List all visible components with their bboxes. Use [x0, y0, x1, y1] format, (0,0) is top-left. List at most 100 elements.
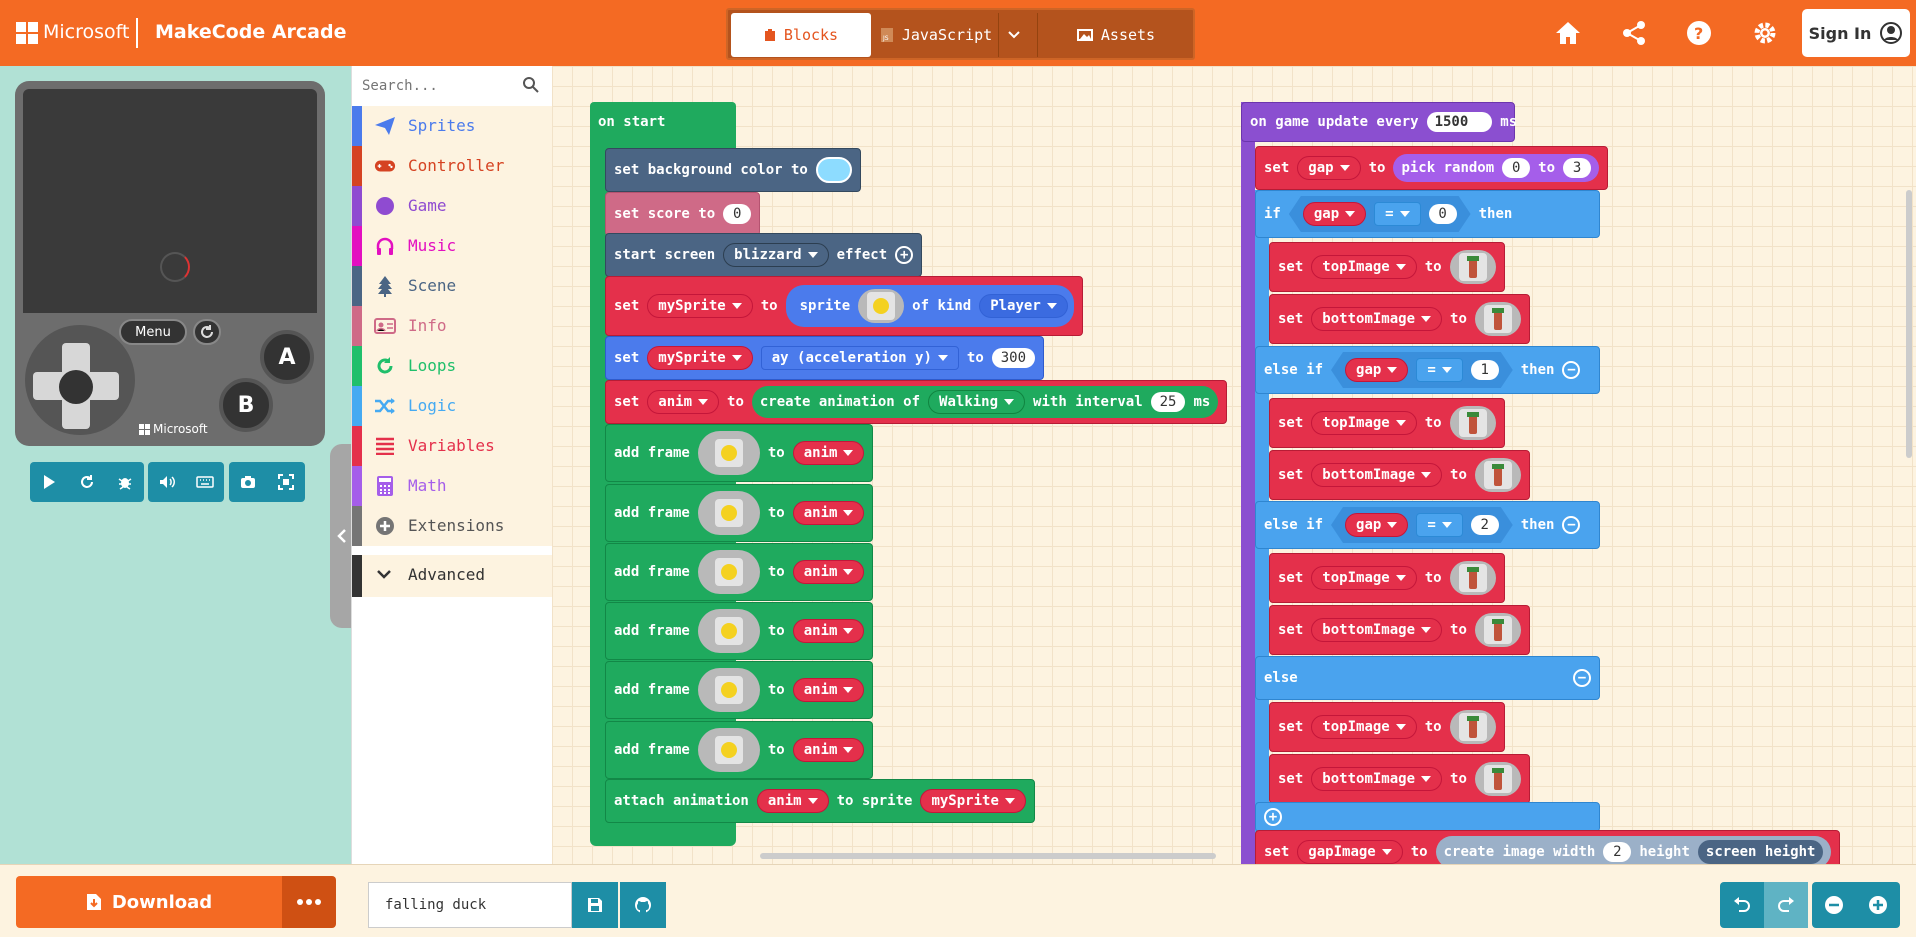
frame-image[interactable]	[697, 431, 760, 475]
on-start-header[interactable]: on start	[590, 102, 736, 142]
image-slot[interactable]	[1474, 302, 1521, 336]
variable-dropdown[interactable]: anim	[792, 738, 865, 762]
github-button[interactable]	[620, 882, 666, 928]
toolbox-item-logic[interactable]: Logic	[352, 386, 553, 426]
variable-dropdown[interactable]: topImage	[1311, 715, 1417, 739]
help-icon[interactable]: ?	[1682, 16, 1716, 50]
compare-condition[interactable]: gap = 0	[1289, 196, 1471, 232]
toolbox-item-math[interactable]: Math	[352, 466, 553, 506]
game-screen[interactable]	[23, 89, 317, 313]
variable-dropdown[interactable]: topImage	[1311, 411, 1417, 435]
share-icon[interactable]	[1617, 16, 1651, 50]
number-input[interactable]: 300	[991, 348, 1036, 368]
image-slot[interactable]	[1474, 762, 1521, 796]
image-slot[interactable]	[1449, 710, 1496, 744]
zoom-out-button[interactable]	[1812, 882, 1856, 928]
toolbox-item-controller[interactable]: Controller	[352, 146, 553, 186]
pick-random-reporter[interactable]: pick random 0 to 3	[1393, 154, 1600, 182]
variable-dropdown[interactable]: anim	[792, 560, 865, 584]
vertical-scrollbar[interactable]	[1906, 190, 1912, 458]
variable-dropdown[interactable]: gap	[1345, 358, 1408, 382]
sim-restart-button[interactable]	[193, 319, 221, 345]
home-icon[interactable]	[1551, 16, 1585, 50]
redo-button[interactable]	[1764, 882, 1808, 928]
menu-button[interactable]: Menu	[119, 319, 187, 345]
variable-dropdown[interactable]: anim	[792, 678, 865, 702]
variable-dropdown[interactable]: gap	[1345, 513, 1408, 537]
operator-dropdown[interactable]: =	[1416, 513, 1462, 537]
frame-image[interactable]	[697, 728, 760, 772]
remove-branch-icon[interactable]: −	[1562, 516, 1581, 534]
operator-dropdown[interactable]: =	[1374, 202, 1420, 226]
toolbox-item-extensions[interactable]: Extensions	[352, 506, 553, 546]
tab-assets[interactable]: Assets	[1040, 13, 1192, 57]
set-bottomimage-block[interactable]: set bottomImage to	[1269, 450, 1530, 500]
number-input[interactable]: 2	[1471, 515, 1499, 535]
variable-dropdown[interactable]: bottomImage	[1311, 463, 1443, 487]
toolbox-item-loops[interactable]: Loops	[352, 346, 553, 386]
else-if-header[interactable]: else if gap = 2 then −	[1255, 501, 1600, 549]
variable-dropdown[interactable]: mySprite	[920, 789, 1026, 813]
image-slot[interactable]	[1474, 613, 1521, 647]
toolbox-item-game[interactable]: Game	[352, 186, 553, 226]
set-sprite-property-block[interactable]: set mySprite ay (acceleration y) to 300	[605, 336, 1045, 380]
frame-image[interactable]	[697, 609, 760, 653]
variable-dropdown[interactable]: gap	[1297, 156, 1361, 180]
number-input[interactable]: 1	[1471, 360, 1499, 380]
image-slot[interactable]	[1474, 458, 1521, 492]
tab-javascript[interactable]: JS JavaScript	[875, 13, 997, 57]
undo-button[interactable]	[1720, 882, 1764, 928]
debug-button[interactable]	[106, 462, 144, 502]
a-button[interactable]: A	[260, 330, 314, 384]
set-topimage-block[interactable]: set topImage to	[1269, 702, 1505, 752]
variable-dropdown[interactable]: bottomImage	[1311, 767, 1443, 791]
remove-branch-icon[interactable]: −	[1573, 669, 1591, 687]
if-header[interactable]: if gap = 0 then	[1255, 190, 1600, 238]
create-animation-reporter[interactable]: create animation of Walking with interva…	[751, 386, 1219, 418]
number-input[interactable]: 25	[1150, 392, 1186, 412]
add-branch-icon[interactable]: +	[1264, 808, 1282, 826]
frame-image[interactable]	[697, 550, 760, 594]
toolbox-item-variables[interactable]: Variables	[352, 426, 553, 466]
add-parameter-icon[interactable]: +	[895, 246, 914, 264]
compare-condition[interactable]: gap = 1	[1331, 352, 1513, 388]
number-input[interactable]: 2	[1603, 842, 1632, 862]
sprite-image-duck[interactable]	[858, 289, 905, 323]
toolbox-item-info[interactable]: Info	[352, 306, 553, 346]
toolbox-item-advanced[interactable]: Advanced	[352, 555, 553, 597]
attach-animation-block[interactable]: attach animation anim to sprite mySprite	[605, 779, 1035, 823]
set-bottomimage-block[interactable]: set bottomImage to	[1269, 754, 1530, 804]
search-icon[interactable]	[522, 76, 540, 94]
property-dropdown[interactable]: ay (acceleration y)	[760, 346, 959, 370]
b-button[interactable]: B	[219, 378, 273, 432]
number-input[interactable]: 0	[723, 204, 752, 224]
start-screen-effect-block[interactable]: start screen blizzard effect +	[605, 233, 923, 277]
variable-dropdown[interactable]: anim	[792, 501, 865, 525]
else-header[interactable]: else −	[1255, 656, 1600, 700]
keyboard-button[interactable]	[186, 462, 224, 502]
app-title[interactable]: MakeCode Arcade	[155, 21, 346, 43]
toolbox-item-sprites[interactable]: Sprites	[352, 106, 553, 146]
compare-condition[interactable]: gap = 2	[1331, 507, 1513, 543]
search-input[interactable]	[362, 74, 512, 98]
blocks-workspace[interactable]: on start set background color to set sco…	[552, 66, 1916, 864]
sign-in-button[interactable]: Sign In	[1802, 9, 1910, 57]
variable-dropdown[interactable]: mySprite	[647, 346, 753, 370]
download-button[interactable]: Download	[16, 876, 282, 928]
toolbox-item-scene[interactable]: Scene	[352, 266, 553, 306]
play-button[interactable]	[30, 462, 68, 502]
add-frame-block[interactable]: add frame to anim	[605, 424, 874, 482]
set-score-block[interactable]: set score to 0	[605, 192, 761, 236]
create-image-reporter[interactable]: create image width 2 height screen heigh…	[1435, 836, 1832, 864]
fullscreen-button[interactable]	[267, 462, 305, 502]
project-name-input[interactable]	[368, 882, 572, 928]
sprite-reporter[interactable]: sprite of kind Player	[785, 285, 1074, 327]
set-topimage-block[interactable]: set topImage to	[1269, 553, 1505, 603]
variable-dropdown[interactable]: gapImage	[1297, 840, 1403, 864]
variable-dropdown[interactable]: anim	[792, 619, 865, 643]
image-slot[interactable]	[1449, 406, 1496, 440]
toolbox-item-music[interactable]: Music	[352, 226, 553, 266]
restart-button[interactable]	[68, 462, 106, 502]
variable-dropdown[interactable]: bottomImage	[1311, 618, 1443, 642]
set-bottomimage-block[interactable]: set bottomImage to	[1269, 605, 1530, 655]
